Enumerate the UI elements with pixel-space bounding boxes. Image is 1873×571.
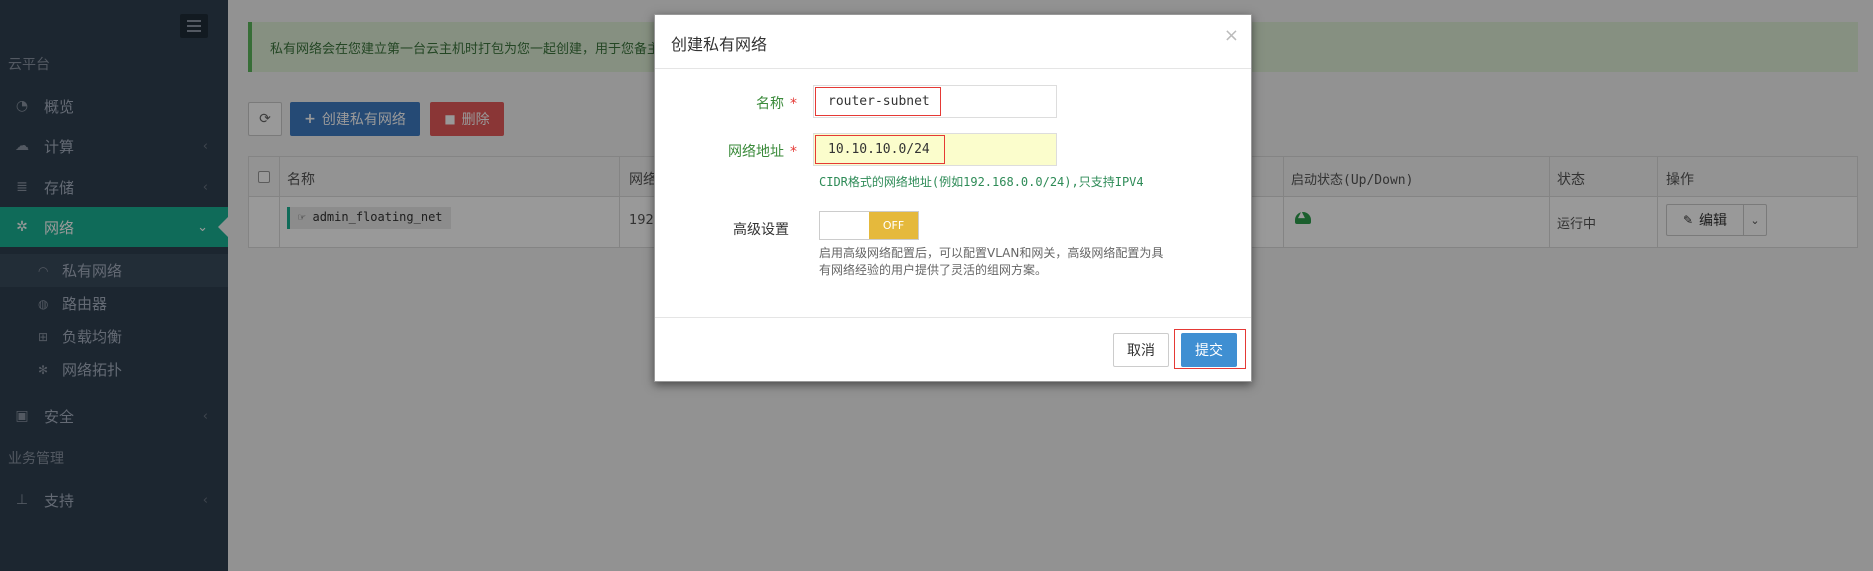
advanced-hint-line1: 启用高级网络配置后，可以配置VLAN和网关，高级网络配置为具 — [819, 246, 1164, 260]
address-label: 网络地址 * — [705, 141, 797, 161]
create-network-dialog: 创建私有网络 × 名称 * router-subnet 网络地址 * 10.10.1… — [654, 14, 1252, 382]
highlight-box — [1174, 329, 1246, 369]
required-mark: * — [790, 144, 797, 160]
advanced-toggle[interactable]: OFF — [819, 211, 919, 240]
name-label-text: 名称 — [756, 96, 784, 112]
dialog-title: 创建私有网络 — [671, 35, 768, 54]
address-label-text: 网络地址 — [728, 144, 784, 160]
required-mark: * — [790, 96, 797, 112]
cancel-button[interactable]: 取消 — [1113, 333, 1169, 367]
dialog-header: 创建私有网络 × — [655, 15, 1251, 69]
advanced-hint-line2: 有网络经验的用户提供了灵活的组网方案。 — [819, 263, 1048, 277]
advanced-settings-label: 高级设置 — [733, 222, 789, 238]
name-label: 名称 * — [715, 93, 797, 113]
highlight-box — [815, 135, 945, 164]
close-icon[interactable]: × — [1224, 25, 1239, 46]
toggle-off-label: OFF — [869, 212, 918, 239]
highlight-box — [815, 87, 941, 116]
dialog-footer — [655, 317, 1251, 318]
address-hint: CIDR格式的网络地址(例如192.168.0.0/24),只支持IPV4 — [819, 175, 1144, 189]
